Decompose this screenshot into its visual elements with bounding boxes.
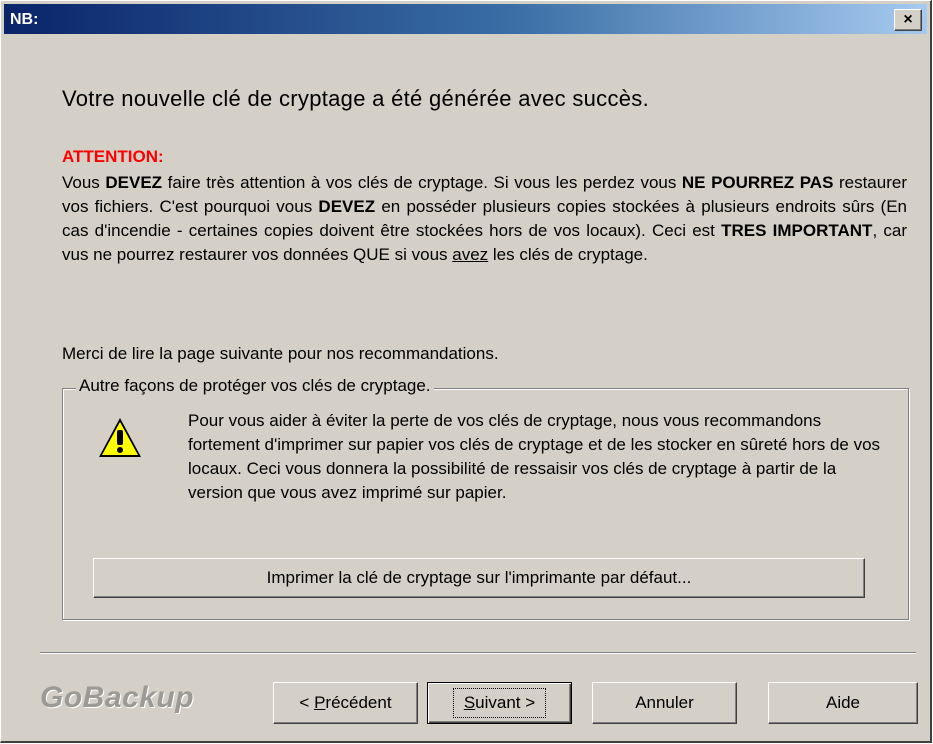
close-icon: × (903, 11, 913, 28)
para-bold: NE POURREZ PAS (681, 173, 834, 192)
warning-paragraph: Vous DEVEZ faire très attention à vos cl… (62, 171, 907, 267)
cancel-button[interactable]: Annuler (592, 682, 737, 724)
previous-label-prefix: < (299, 693, 315, 712)
help-button[interactable]: Aide (768, 682, 918, 724)
print-key-button[interactable]: Imprimer la clé de cryptage sur l'imprim… (93, 558, 865, 598)
para-text: les clés de cryptage. (488, 245, 648, 264)
print-recommendation-text: Pour vous aider à éviter la perte de vos… (188, 411, 881, 502)
previous-label-rest: récédent (325, 693, 392, 712)
next-label-rest: uivant > (475, 693, 536, 712)
warning-icon (96, 415, 144, 466)
footer-separator (40, 652, 916, 654)
attention-label: ATTENTION: (62, 147, 164, 166)
para-bold: DEVEZ (105, 173, 163, 192)
gobackup-logo: GoBackup (40, 681, 195, 714)
para-text: Vous (62, 173, 106, 192)
focus-rect: Suivant > (452, 688, 547, 718)
previous-accel: P (314, 693, 326, 712)
groupbox-legend: Autre façons de protéger vos clés de cry… (76, 376, 434, 396)
para-bold: DEVEZ (318, 197, 376, 216)
para-underline: avez (452, 245, 489, 264)
next-accel: S (463, 693, 476, 712)
title-bar[interactable]: NB: × (4, 4, 927, 34)
previous-button[interactable]: < Précédent (273, 682, 418, 724)
read-next-page-text: Merci de lire la page suivante pour nos … (62, 344, 499, 363)
success-heading: Votre nouvelle clé de cryptage a été gén… (62, 86, 650, 111)
close-button[interactable]: × (894, 9, 922, 31)
next-button[interactable]: Suivant > (427, 682, 572, 724)
para-text: faire très attention à vos clés de crypt… (162, 173, 682, 192)
para-bold: TRES IMPORTANT (721, 221, 873, 240)
window-title: NB: (10, 11, 39, 28)
